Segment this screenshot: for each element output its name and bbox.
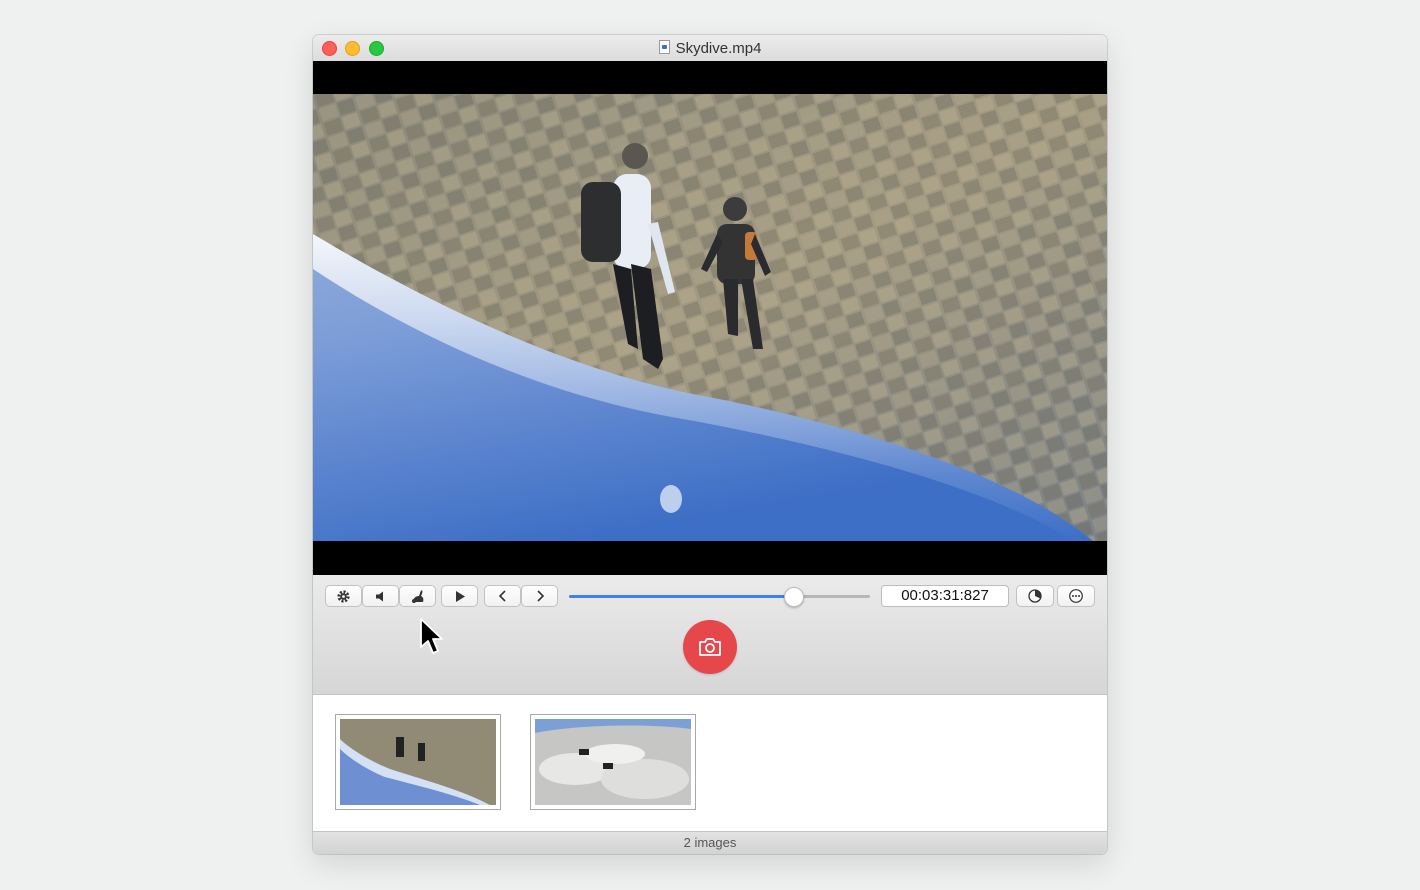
settings-button[interactable] xyxy=(325,585,362,607)
capture-button[interactable] xyxy=(683,620,737,674)
more-button[interactable] xyxy=(1057,585,1095,607)
timecode-field[interactable]: 00:03:31:827 xyxy=(881,585,1009,607)
video-frame[interactable] xyxy=(313,94,1107,541)
next-frame-button[interactable] xyxy=(521,585,558,607)
mouse-cursor-icon xyxy=(420,618,443,654)
window-title-text: Skydive.mp4 xyxy=(675,40,762,57)
play-button[interactable] xyxy=(441,585,478,607)
ellipsis-icon xyxy=(1069,589,1083,603)
play-icon xyxy=(455,590,465,602)
timer-icon xyxy=(1028,589,1042,603)
timer-button[interactable] xyxy=(1016,585,1054,607)
chevron-left-icon xyxy=(498,590,506,602)
title-bar[interactable]: Skydive.mp4 xyxy=(313,35,1107,62)
rabbit-icon xyxy=(411,589,423,603)
camera-icon xyxy=(699,638,721,656)
volume-button[interactable] xyxy=(362,585,399,607)
speaker-icon xyxy=(376,591,383,601)
status-bar: 2 images xyxy=(313,831,1107,854)
window-title: Skydive.mp4 xyxy=(313,40,1107,57)
video-player[interactable] xyxy=(313,61,1107,575)
thumbnail-capture-1[interactable] xyxy=(335,714,501,810)
document-icon xyxy=(658,40,670,54)
timeline-progress xyxy=(569,595,794,598)
image-count-label: 2 images xyxy=(683,835,737,850)
chevron-right-icon xyxy=(536,590,544,602)
skydive-scene xyxy=(313,94,1107,541)
speed-button[interactable] xyxy=(399,585,436,607)
gear-icon xyxy=(337,589,350,603)
thumbnail-image xyxy=(535,719,691,805)
thumbnail-image xyxy=(340,719,496,805)
timeline-slider[interactable] xyxy=(569,587,870,607)
app-window: Skydive.mp4 00:03:31:827 2 images xyxy=(313,35,1107,854)
timeline-handle[interactable] xyxy=(784,587,805,607)
thumbnail-capture-2[interactable] xyxy=(530,714,696,810)
previous-frame-button[interactable] xyxy=(484,585,521,607)
captures-gallery xyxy=(313,695,1107,831)
